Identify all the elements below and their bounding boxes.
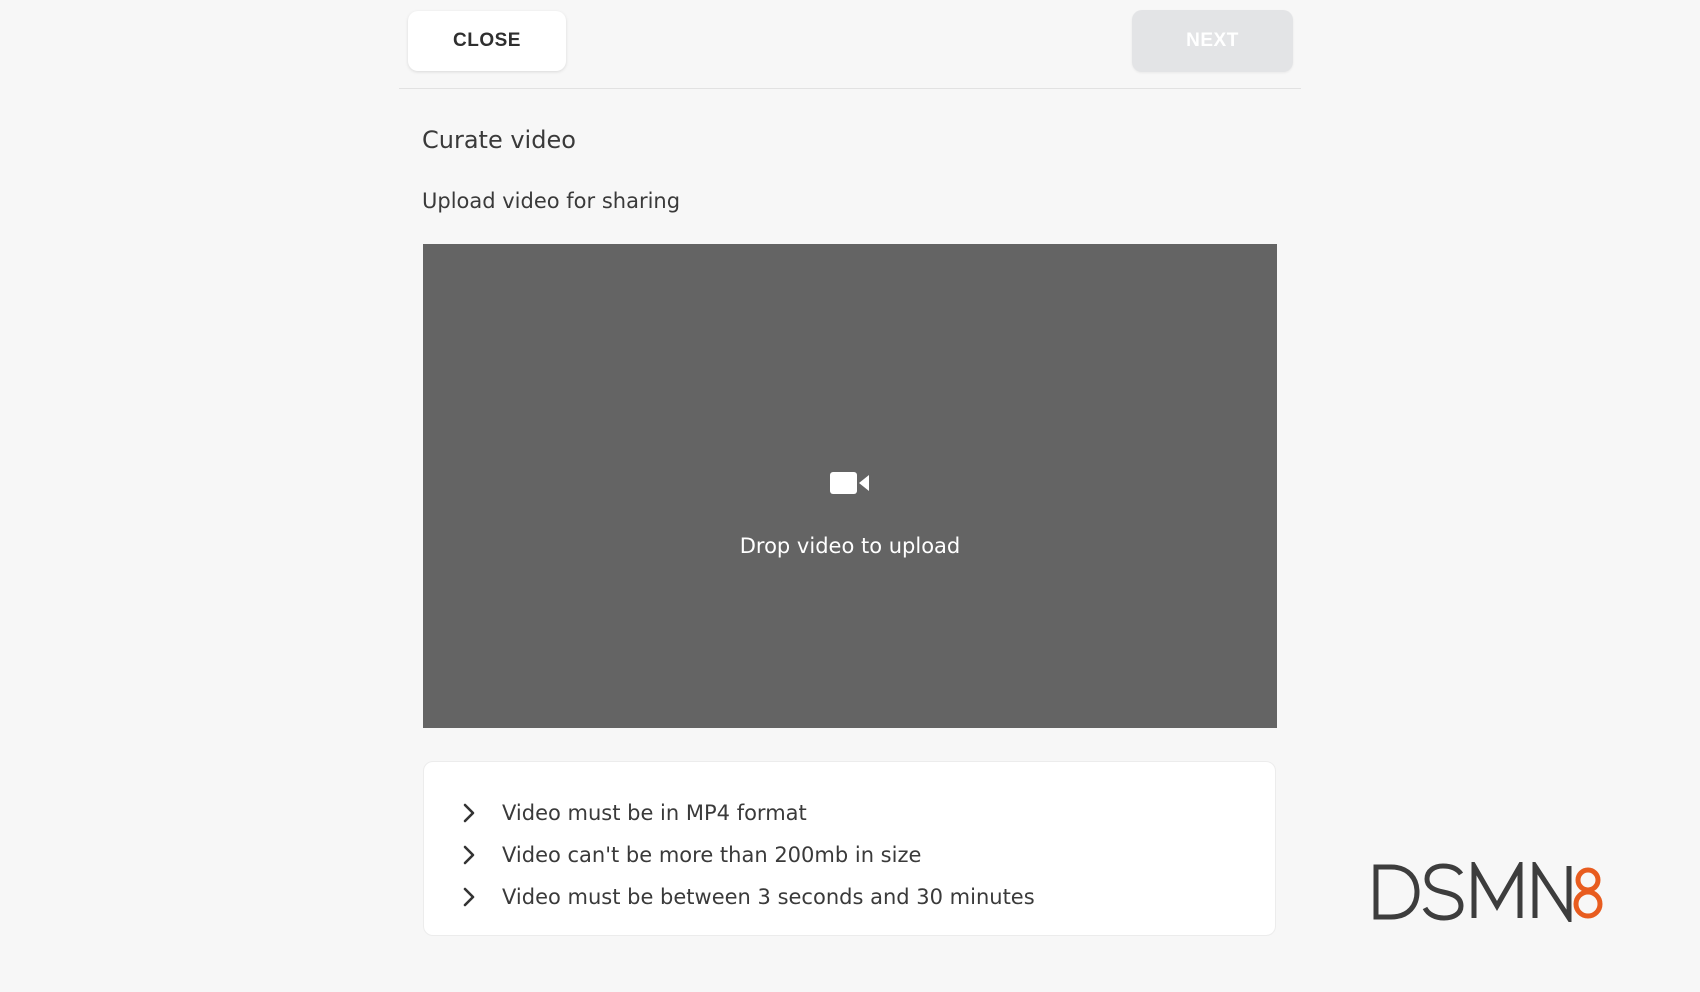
list-item: Video can't be more than 200mb in size [462,834,1035,876]
page-title: Curate video [422,126,576,154]
close-button[interactable]: CLOSE [408,11,566,71]
requirements-list: Video must be in MP4 format Video can't … [462,792,1035,918]
top-bar: CLOSE NEXT [399,0,1301,89]
dsmn8-logo [1373,862,1603,922]
list-item: Video must be in MP4 format [462,792,1035,834]
requirement-text: Video can't be more than 200mb in size [502,843,922,867]
list-item: Video must be between 3 seconds and 30 m… [462,876,1035,918]
video-camera-icon [830,472,869,494]
chevron-right-icon [463,845,475,865]
video-dropzone[interactable]: Drop video to upload [423,244,1277,728]
chevron-right-icon [463,803,475,823]
requirement-text: Video must be in MP4 format [502,801,807,825]
chevron-right-icon [463,887,475,907]
requirement-text: Video must be between 3 seconds and 30 m… [502,885,1035,909]
page-subtitle: Upload video for sharing [422,189,681,213]
dropzone-label: Drop video to upload [739,534,961,558]
next-button[interactable]: NEXT [1132,10,1293,72]
requirements-panel: Video must be in MP4 format Video can't … [423,761,1276,936]
